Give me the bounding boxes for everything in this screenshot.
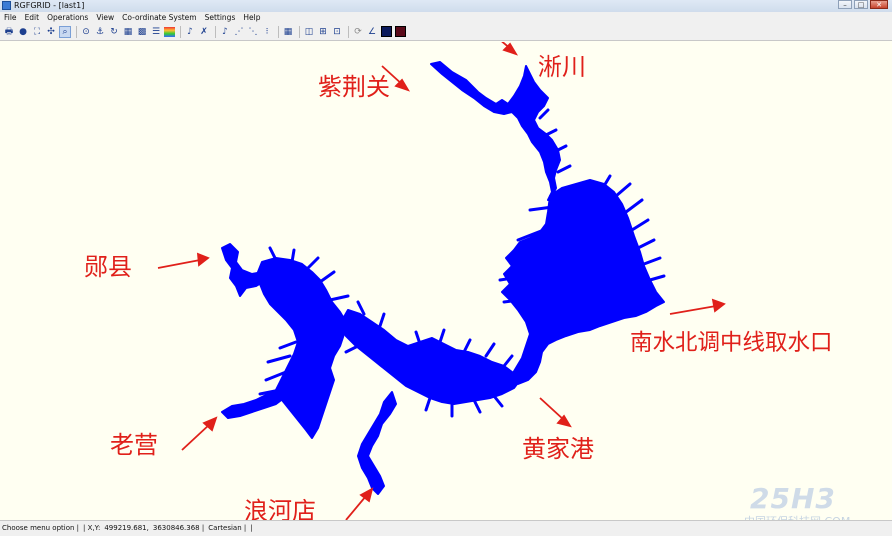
grid-link-icon[interactable]: ⊡	[331, 26, 343, 38]
status-x: 499219.681,	[104, 524, 149, 532]
status-system: Cartesian |	[208, 524, 247, 532]
grid-edit-icon[interactable]: ▩	[136, 26, 148, 38]
reservoir-langhedian-arm	[357, 391, 397, 495]
toolbar: 🖶 ● ⛶ ✣ ⌕ ⊙ ⚓ ↻ ▦ ▩ ☰ ♪ ✗ ♪ ⋰ ⋱ ⁝ ▦ ◫ ⊞ …	[0, 23, 892, 41]
print-icon[interactable]: 🖶	[3, 26, 15, 38]
spline-move-icon[interactable]: ⋱	[247, 26, 259, 38]
globe-icon[interactable]: ●	[17, 26, 29, 38]
angle-icon[interactable]: ∠	[366, 26, 378, 38]
grid-select-icon[interactable]: ▦	[282, 26, 294, 38]
label-laoying: 老营	[110, 431, 158, 459]
menu-view[interactable]: View	[92, 12, 118, 23]
reservoir-central-channel	[339, 309, 521, 405]
status-coords-label: | X,Y:	[83, 524, 101, 532]
minimize-button[interactable]: –	[838, 0, 852, 9]
anchor-icon[interactable]: ⚓	[94, 26, 106, 38]
reservoir-north-arm	[430, 61, 561, 201]
label-yunxian: 郧县	[84, 253, 132, 281]
window-controls: – □ ✕	[838, 0, 888, 10]
spline-icon[interactable]: ♪	[184, 26, 196, 38]
color-square-red-icon[interactable]	[394, 26, 406, 38]
grid-icon[interactable]: ▦	[122, 26, 134, 38]
menu-help[interactable]: Help	[239, 12, 264, 23]
menu-edit[interactable]: Edit	[21, 12, 44, 23]
refresh-icon[interactable]: ↻	[108, 26, 120, 38]
toolbar-separator	[299, 25, 300, 38]
label-xichuan: 淅川	[538, 53, 586, 81]
zoom-box-icon[interactable]: ⌕	[59, 25, 71, 38]
grid-polygon-icon[interactable]: ◫	[303, 26, 315, 38]
reservoir-laoying-arm	[221, 389, 285, 419]
toolbar-separator	[278, 25, 279, 38]
toolbar-separator	[180, 25, 181, 38]
close-button[interactable]: ✕	[870, 0, 888, 9]
window-title: RGFGRID - [last1]	[14, 1, 85, 10]
list-icon[interactable]: ☰	[150, 26, 162, 38]
zoom-in-icon[interactable]: ✣	[45, 26, 57, 38]
grid-refine-icon[interactable]: ⁝	[261, 26, 273, 38]
toolbar-separator	[348, 25, 349, 38]
menu-settings[interactable]: Settings	[201, 12, 240, 23]
status-tail: |	[250, 524, 253, 532]
color-bar-icon[interactable]	[164, 26, 175, 37]
spline-add-icon[interactable]: ♪	[219, 26, 231, 38]
grid-delete-icon[interactable]: ⊞	[317, 26, 329, 38]
toolbar-separator	[215, 25, 216, 38]
status-message: Choose menu option |	[2, 524, 80, 532]
label-nanshui: 南水北调中线取水口	[630, 330, 833, 356]
target-icon[interactable]: ⊙	[80, 26, 92, 38]
status-bar: Choose menu option | | X,Y: 499219.681, …	[0, 520, 892, 536]
zoom-extent-icon[interactable]: ⛶	[31, 26, 43, 38]
toolbar-separator	[76, 25, 77, 38]
maximize-button[interactable]: □	[854, 0, 868, 9]
map-canvas[interactable]: 紫荆关 淅川 郧县 南水北调中线取水口 老营 黄家港 浪河店	[0, 27, 892, 524]
label-zijingguan: 紫荆关	[318, 73, 390, 101]
watermark-logo: 25H3	[750, 482, 836, 515]
menu-operations[interactable]: Operations	[43, 12, 92, 23]
spline-delete-icon[interactable]: ✗	[198, 26, 210, 38]
label-huangjiagang: 黄家港	[522, 435, 594, 463]
spline-insert-icon[interactable]: ⋰	[233, 26, 245, 38]
menu-coordinate-system[interactable]: Co-ordinate System	[118, 12, 200, 23]
menu-file[interactable]: File	[0, 12, 21, 23]
reservoir-west-basin	[257, 257, 347, 439]
app-icon	[2, 1, 11, 10]
status-y: 3630846.368 |	[152, 524, 205, 532]
curve-icon[interactable]: ⟳	[352, 26, 364, 38]
color-square-icon[interactable]	[380, 26, 392, 38]
menu-bar: File Edit Operations View Co-ordinate Sy…	[0, 12, 892, 23]
